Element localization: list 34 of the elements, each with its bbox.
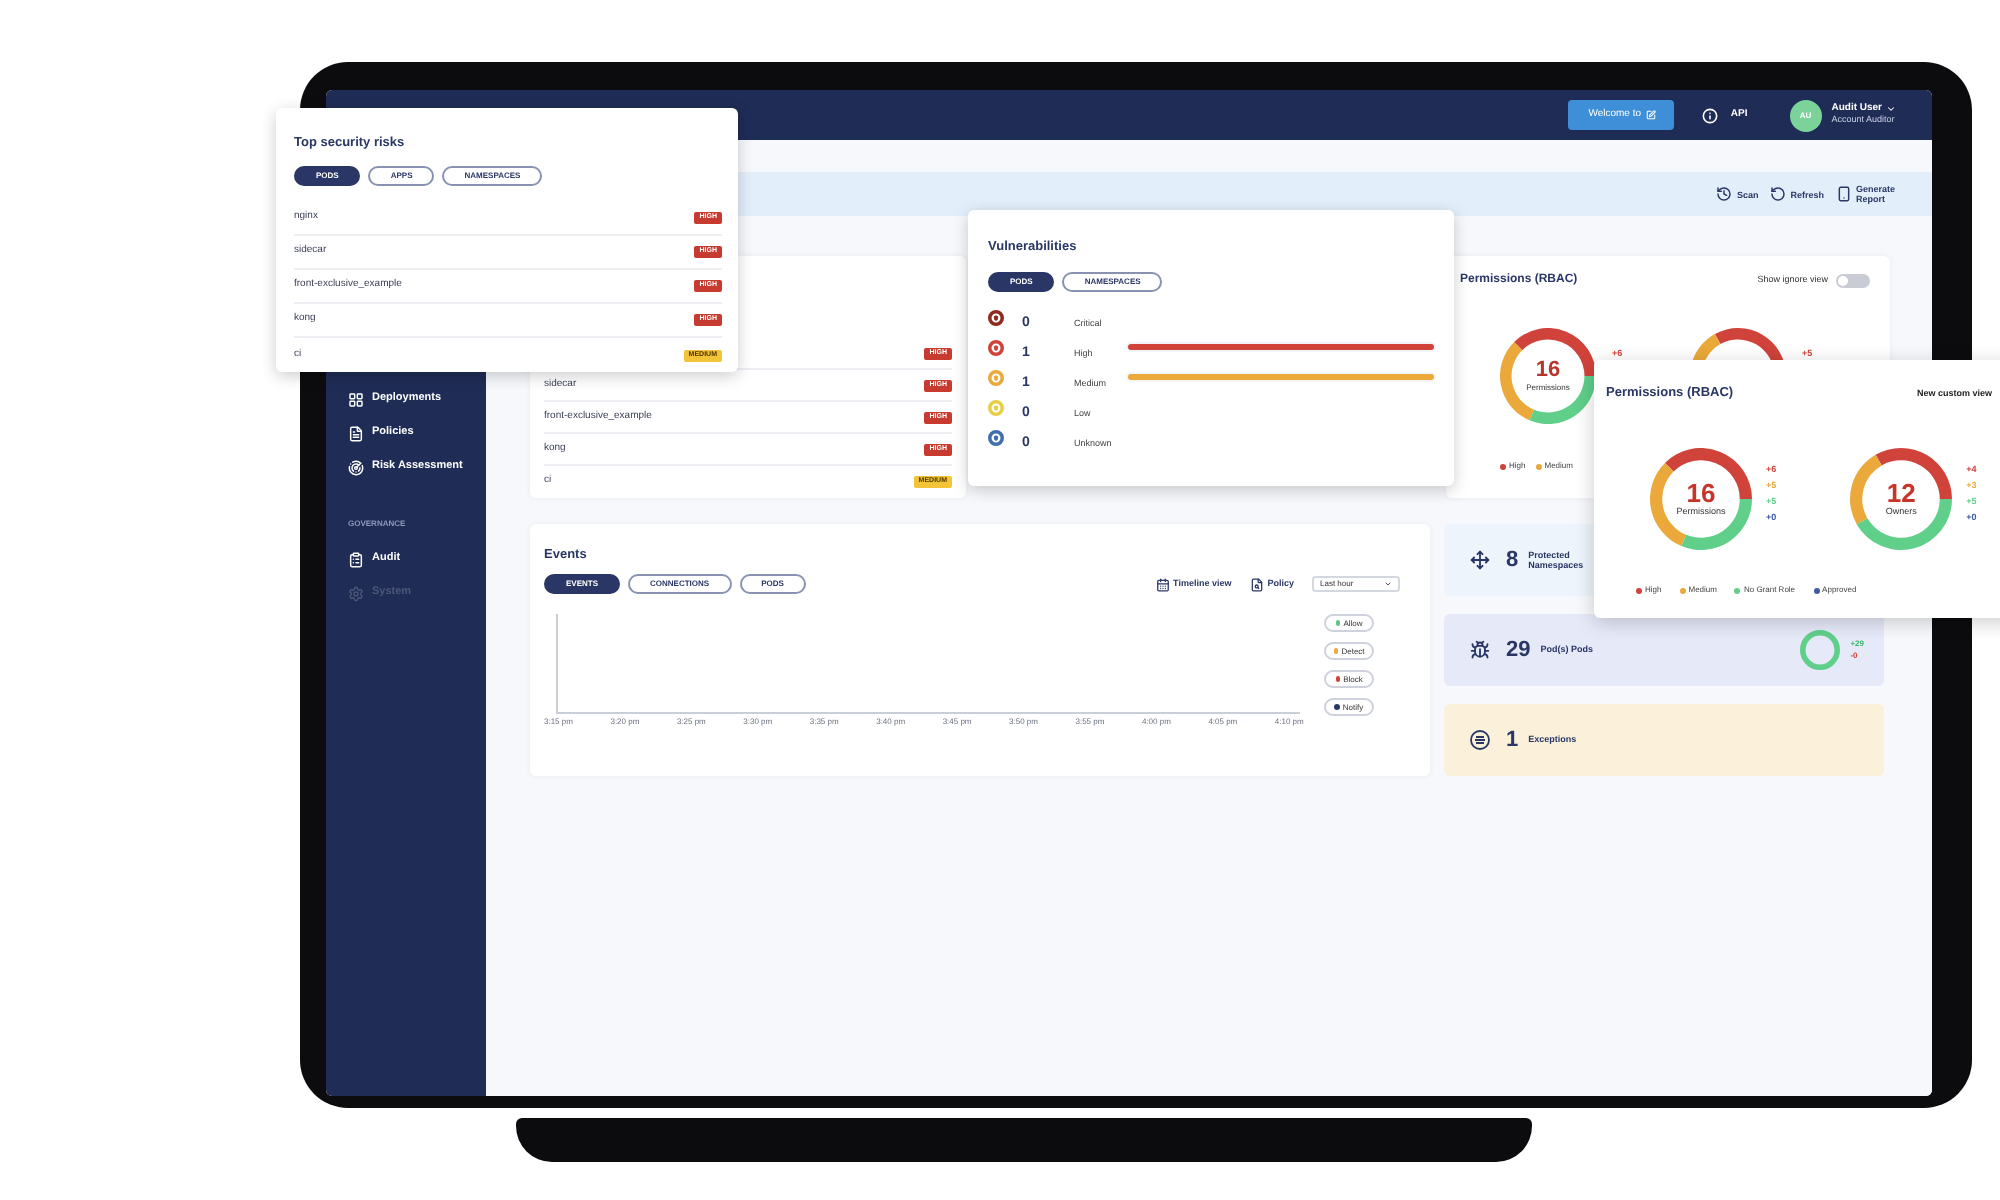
settings-icon — [348, 585, 364, 601]
clipboard-icon — [348, 551, 364, 567]
donut-chart — [1500, 328, 1596, 424]
donut-total: 16 — [1686, 480, 1716, 507]
device-icon — [1836, 186, 1852, 202]
bug-icon — [1470, 640, 1490, 660]
donut-total: 12 — [1886, 480, 1916, 507]
info-icon[interactable] — [1702, 107, 1719, 123]
calendar-icon — [1155, 577, 1170, 591]
file-search-icon — [1249, 577, 1264, 591]
list-circle-icon — [1470, 730, 1490, 750]
donut-ring — [1800, 630, 1841, 670]
donut-chart — [1850, 448, 1953, 550]
refresh-icon — [1770, 186, 1787, 202]
toggle-switch[interactable] — [1836, 273, 1870, 287]
tile-count: 8 — [1506, 549, 1519, 571]
chevron-down-icon[interactable] — [1886, 104, 1896, 115]
donut-slice — [1681, 499, 1752, 550]
donut-total: 16 — [1535, 360, 1561, 382]
donut-slice — [1529, 376, 1596, 424]
document-icon — [348, 425, 364, 441]
donut-slice — [1664, 448, 1752, 499]
donut-slice — [1850, 454, 1882, 525]
move-arrows-icon — [1470, 550, 1490, 570]
edit-icon — [1645, 110, 1656, 120]
tile-count: 29 — [1506, 639, 1531, 661]
history-icon — [1716, 186, 1733, 202]
grid-icon — [348, 391, 364, 407]
donut-slice — [1875, 448, 1953, 499]
radar-icon — [348, 459, 364, 475]
donut-slice — [1514, 328, 1596, 376]
donut-chart — [1650, 448, 1752, 550]
donut-slice — [1857, 499, 1953, 550]
tile-count: 1 — [1506, 729, 1519, 751]
